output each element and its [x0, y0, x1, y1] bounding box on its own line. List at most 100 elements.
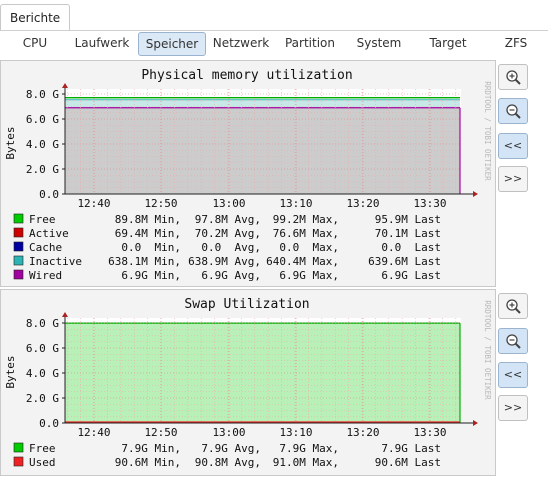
legend-value: 70.1M Last	[375, 227, 441, 240]
legend-value: 70.2M Avg,	[195, 227, 261, 240]
legend-swatch	[13, 255, 24, 266]
chart-title: Physical memory utilization	[141, 68, 352, 83]
legend-label: Used	[29, 456, 56, 469]
wired-area	[65, 107, 460, 194]
zoom-out-button[interactable]	[498, 98, 528, 124]
subtab-system[interactable]: System	[350, 32, 408, 54]
legend-value: 6.9G Avg,	[201, 269, 261, 282]
rrdtool-watermark: RRDTOOL / TOBI OETIKER	[483, 300, 492, 400]
zoom-in-button[interactable]	[498, 293, 528, 319]
legend-swatch	[13, 213, 24, 224]
zoom-in-icon	[506, 299, 521, 314]
legend-value: 638.1M Min,	[108, 255, 181, 268]
x-tick-label: 12:40	[77, 197, 110, 210]
y-tick-label: 6.0 G	[26, 113, 59, 126]
legend-value: 7.9G Max,	[279, 442, 339, 455]
legend-label: Free	[29, 442, 56, 455]
x-tick-label: 13:20	[346, 197, 379, 210]
y-axis-arrow	[62, 83, 68, 88]
legend-value: 0.0 Last	[381, 241, 441, 254]
zoom-out-icon	[506, 104, 521, 119]
y-tick-label: 0.0	[39, 188, 59, 201]
subtab-netzwerk[interactable]: Netzwerk	[208, 32, 274, 54]
y-tick-label: 8.0 G	[26, 88, 59, 101]
x-axis-arrow	[473, 191, 478, 197]
x-tick-label: 13:10	[279, 426, 312, 439]
x-tick-label: 13:30	[413, 197, 446, 210]
memory-chart: Physical memory utilization Bytes RRDTOO…	[4, 68, 492, 282]
y-tick-label: 0.0	[39, 417, 59, 430]
legend-swatch	[13, 227, 24, 238]
y-tick-label: 8.0 G	[26, 317, 59, 330]
subtab-cpu[interactable]: CPU	[14, 32, 56, 54]
legend-value: 0.0 Avg,	[201, 241, 261, 254]
free-area	[65, 323, 460, 422]
legend-value: 90.8M Avg,	[195, 456, 261, 469]
swap-chart-panel: Swap Utilization Bytes RRDTOOL / TOBI OE…	[0, 289, 496, 476]
legend-value: 7.9G Last	[381, 442, 441, 455]
y-axis-label: Bytes	[4, 126, 17, 159]
memory-chart-panel: Physical memory utilization Bytes RRDTOO…	[0, 60, 496, 287]
y-tick-label: 6.0 G	[26, 342, 59, 355]
legend-label: Inactive	[29, 255, 82, 268]
legend-value: 640.4M Max,	[266, 255, 339, 268]
scroll-back-button[interactable]: <<	[498, 133, 528, 159]
zoom-out-icon	[506, 334, 521, 349]
chart-title: Swap Utilization	[184, 297, 309, 312]
legend-swatch	[13, 456, 24, 467]
y-tick-label: 4.0 G	[26, 367, 59, 380]
legend-value: 97.8M Avg,	[195, 213, 261, 226]
subtab-laufwerk[interactable]: Laufwerk	[70, 32, 134, 54]
legend-label: Cache	[29, 241, 62, 254]
tab-berichte[interactable]: Berichte	[0, 4, 71, 31]
legend-swatch	[13, 241, 24, 252]
legend-value: 99.2M Max,	[273, 213, 339, 226]
legend-value: 638.9M Avg,	[188, 255, 261, 268]
x-axis-arrow	[473, 420, 478, 426]
subtab-zfs[interactable]: ZFS	[496, 32, 536, 54]
subtab-target[interactable]: Target	[420, 32, 476, 54]
legend-swatch	[13, 442, 24, 453]
x-tick-label: 12:50	[144, 197, 177, 210]
x-tick-label: 12:50	[144, 426, 177, 439]
legend-value: 95.9M Last	[375, 213, 441, 226]
zoom-in-icon	[506, 70, 521, 85]
subtab-speicher[interactable]: Speicher	[138, 32, 206, 56]
swap-chart: Swap Utilization Bytes RRDTOOL / TOBI OE…	[4, 297, 492, 469]
y-axis-label: Bytes	[4, 355, 17, 388]
legend-value: 89.8M Min,	[115, 213, 181, 226]
legend-value: 6.9G Last	[381, 269, 441, 282]
legend-value: 6.9G Min,	[121, 269, 181, 282]
legend-value: 6.9G Max,	[279, 269, 339, 282]
rrdtool-watermark: RRDTOOL / TOBI OETIKER	[483, 81, 492, 181]
legend-value: 0.0 Min,	[121, 241, 181, 254]
y-tick-label: 2.0 G	[26, 163, 59, 176]
x-tick-label: 13:00	[212, 197, 245, 210]
x-tick-label: 13:20	[346, 426, 379, 439]
x-tick-label: 12:40	[77, 426, 110, 439]
legend-value: 7.9G Min,	[121, 442, 181, 455]
subtab-partition[interactable]: Partition	[280, 32, 340, 54]
y-axis-arrow	[62, 312, 68, 317]
legend-value: 7.9G Avg,	[201, 442, 261, 455]
y-tick-label: 4.0 G	[26, 138, 59, 151]
zoom-out-button[interactable]	[498, 328, 528, 354]
legend-label: Active	[29, 227, 69, 240]
legend-label: Free	[29, 213, 56, 226]
legend-value: 90.6M Min,	[115, 456, 181, 469]
legend-value: 91.0M Max,	[273, 456, 339, 469]
scroll-forward-button[interactable]: >>	[498, 395, 528, 421]
y-tick-label: 2.0 G	[26, 392, 59, 405]
subtab-bar: CPU Laufwerk Speicher Netzwerk Partition…	[0, 31, 548, 56]
legend-value: 69.4M Min,	[115, 227, 181, 240]
inactive-area	[65, 99, 460, 108]
legend-value: 90.6M Last	[375, 456, 441, 469]
legend-swatch	[13, 269, 24, 280]
scroll-back-button[interactable]: <<	[498, 362, 528, 388]
x-tick-label: 13:10	[279, 197, 312, 210]
legend-value: 0.0 Max,	[279, 241, 339, 254]
legend-label: Wired	[29, 269, 62, 282]
scroll-forward-button[interactable]: >>	[498, 166, 528, 192]
zoom-in-button[interactable]	[498, 64, 528, 90]
legend-value: 639.6M Last	[368, 255, 441, 268]
